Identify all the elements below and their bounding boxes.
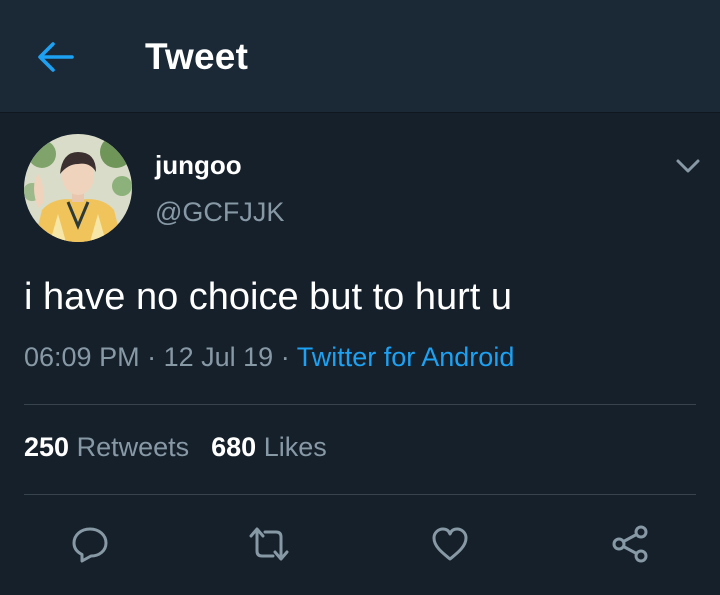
reply-button[interactable] <box>68 522 112 566</box>
divider <box>24 404 696 405</box>
top-app-bar: Tweet <box>0 0 720 113</box>
retweets-label: Retweets <box>76 432 190 462</box>
likes-stat[interactable]: 680 Likes <box>211 432 327 462</box>
retweets-stat[interactable]: 250 Retweets <box>24 432 189 462</box>
divider <box>24 494 696 495</box>
tweet-time: 06:09 PM <box>24 342 140 372</box>
tweet-metadata: 06:09 PM · 12 Jul 19 · Twitter for Andro… <box>24 342 514 373</box>
share-button[interactable] <box>608 522 652 566</box>
tweet-text: i have no choice but to hurt u <box>24 276 512 318</box>
share-icon <box>612 525 648 563</box>
meta-separator: · <box>280 342 290 372</box>
retweets-count: 250 <box>24 432 70 462</box>
author-display-name[interactable]: jungoo <box>155 150 242 181</box>
tweet-menu-button[interactable] <box>672 150 704 182</box>
like-heart-icon <box>432 527 468 561</box>
likes-label: Likes <box>263 432 327 462</box>
chevron-down-icon <box>676 159 700 173</box>
tweet-date: 12 Jul 19 <box>163 342 274 372</box>
tweet-source-link[interactable]: Twitter for Android <box>297 342 515 372</box>
retweet-button[interactable] <box>247 522 291 566</box>
meta-separator: · <box>147 342 157 372</box>
retweet-icon <box>249 527 289 561</box>
page-title: Tweet <box>145 36 249 77</box>
author-handle[interactable]: @GCFJJK <box>155 197 284 228</box>
avatar[interactable] <box>24 134 132 242</box>
avatar-photo <box>24 134 132 242</box>
engagement-stats: 250 Retweets 680 Likes <box>24 432 327 463</box>
reply-icon <box>72 527 108 563</box>
like-button[interactable] <box>428 522 472 566</box>
back-button[interactable] <box>30 34 80 80</box>
likes-count: 680 <box>211 432 257 462</box>
arrow-left-icon <box>38 42 74 72</box>
